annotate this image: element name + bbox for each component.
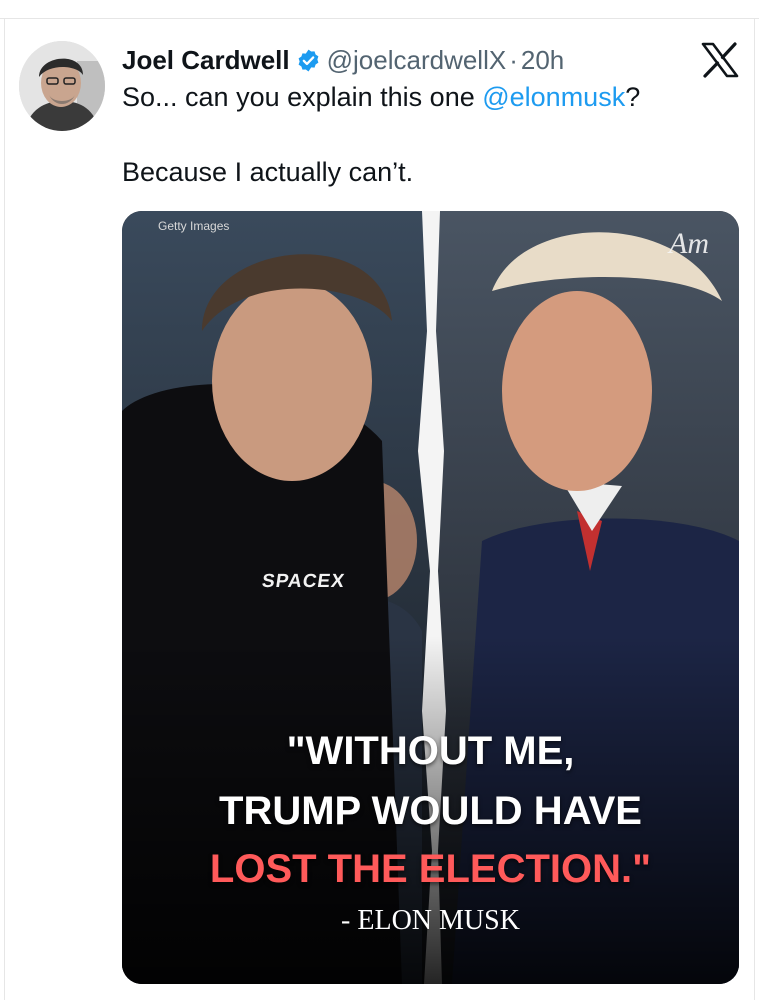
meta-separator: · bbox=[509, 44, 518, 75]
quote-line-1: "WITHOUT ME, bbox=[286, 729, 575, 773]
x-logo-icon[interactable] bbox=[700, 42, 740, 78]
quote-line-3: LOST THE ELECTION." bbox=[209, 847, 652, 891]
watermark-logo: Am bbox=[669, 227, 709, 260]
tweet-text-prefix: So... can you explain this one bbox=[122, 82, 483, 112]
avatar-image bbox=[19, 41, 105, 131]
mention-link[interactable]: @elonmusk bbox=[482, 82, 625, 112]
quote-attribution: - ELON MUSK bbox=[341, 905, 520, 936]
tweet-text-line1: So... can you explain this one @elonmusk… bbox=[122, 82, 640, 113]
author-name[interactable]: Joel Cardwell bbox=[122, 45, 290, 76]
author-handle[interactable]: @joelcardwellX bbox=[327, 45, 507, 76]
post-time[interactable]: 20h bbox=[521, 45, 564, 76]
getty-credit: Getty Images bbox=[158, 219, 230, 233]
shirt-logo-text: SPACEX bbox=[260, 571, 347, 592]
tweet-media-image[interactable]: Getty Images Am SPACEX "WITHOUT ME, TRUM… bbox=[122, 211, 739, 984]
quote-line-2: TRUMP WOULD HAVE bbox=[219, 789, 642, 833]
tweet-header: Joel Cardwell @joelcardwellX · 20h bbox=[122, 42, 564, 78]
tweet-text-suffix: ? bbox=[625, 82, 641, 112]
author-avatar[interactable] bbox=[19, 41, 105, 131]
tweet-text-line2: Because I actually can’t. bbox=[122, 157, 414, 187]
verified-badge-icon bbox=[296, 48, 321, 73]
